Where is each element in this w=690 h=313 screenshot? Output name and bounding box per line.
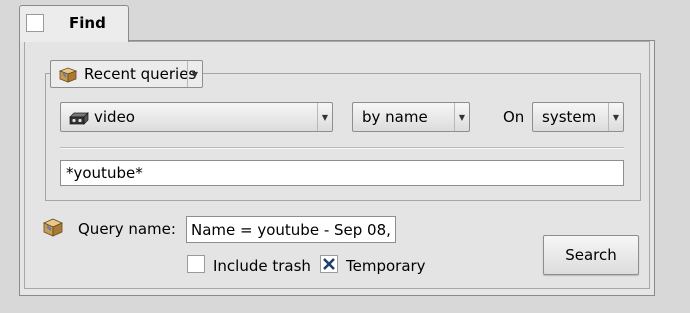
- temporary-label: Temporary: [346, 257, 426, 275]
- tab-label: Find: [69, 14, 106, 32]
- search-button-label: Search: [565, 246, 617, 264]
- find-frame: Recent queries ▼ video ▼ by name ▼ On sy…: [24, 41, 650, 289]
- divider: [60, 147, 624, 149]
- find-panel: Recent queries ▼ video ▼ by name ▼ On sy…: [19, 40, 655, 296]
- match-mode-value: by name: [362, 108, 428, 126]
- video-cassette-icon: [69, 112, 89, 125]
- check-x-icon: [323, 258, 335, 270]
- include-trash-label: Include trash: [213, 257, 311, 275]
- on-label: On: [503, 108, 525, 126]
- media-type-value: video: [94, 108, 135, 126]
- media-type-select[interactable]: video ▼: [60, 102, 333, 132]
- recent-queries-label: Recent queries: [84, 65, 197, 83]
- chevron-down-icon: ▼: [454, 103, 469, 131]
- recent-queries-button[interactable]: Recent queries ▼: [50, 60, 203, 88]
- location-select[interactable]: system ▼: [532, 102, 624, 132]
- package-icon: [43, 218, 63, 237]
- chevron-down-icon: ▼: [317, 103, 332, 131]
- match-mode-select[interactable]: by name ▼: [352, 102, 470, 132]
- search-pattern-input[interactable]: [60, 160, 624, 186]
- include-trash-checkbox[interactable]: [187, 255, 205, 273]
- query-name-label: Query name:: [78, 220, 176, 238]
- search-button[interactable]: Search: [543, 235, 639, 275]
- tab-find[interactable]: Find: [19, 5, 129, 42]
- query-name-input[interactable]: [186, 216, 396, 243]
- chevron-down-icon: ▼: [187, 61, 202, 87]
- package-icon: [58, 67, 78, 83]
- tab-checkbox[interactable]: [26, 14, 44, 32]
- chevron-down-icon: ▼: [608, 103, 623, 131]
- location-value: system: [542, 108, 597, 126]
- temporary-checkbox[interactable]: [320, 255, 338, 273]
